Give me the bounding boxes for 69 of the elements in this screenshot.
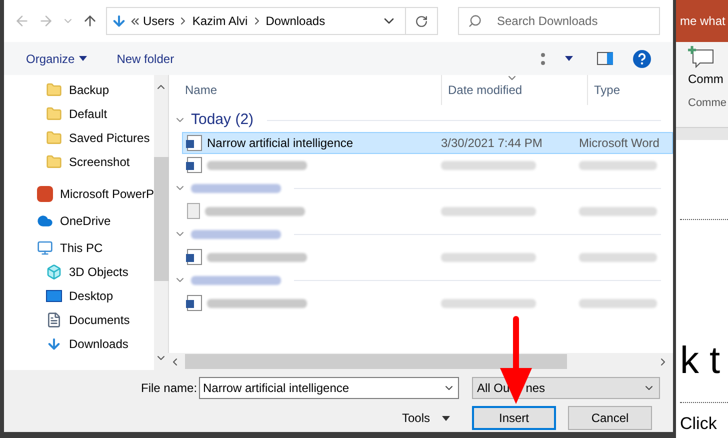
new-comment-icon [688, 46, 714, 68]
sidebar-item[interactable]: Documents [4, 308, 154, 332]
forward-icon[interactable] [38, 13, 54, 29]
file-type-dropdown[interactable]: All Ou nes [472, 377, 660, 399]
column-header[interactable]: Name [165, 75, 441, 105]
help-icon[interactable] [633, 50, 651, 68]
cloud-icon [37, 213, 53, 229]
folder-icon [46, 82, 62, 98]
slide-title[interactable]: k t [680, 342, 728, 380]
sidebar-item[interactable]: This PC [4, 236, 154, 260]
sidebar-item[interactable]: Default [4, 102, 154, 126]
scrollbar-thumb[interactable] [154, 157, 169, 281]
search-icon [468, 14, 482, 28]
double-chevron-icon [131, 18, 139, 24]
text-file-icon [187, 203, 200, 219]
sidebar-item[interactable]: OneDrive [4, 209, 154, 233]
file-date: 3/30/2021 7:44 PM [441, 135, 542, 152]
folder-icon [46, 154, 62, 170]
horizontal-scrollbar[interactable] [165, 353, 673, 370]
sidebar-item[interactable]: Desktop [4, 284, 154, 308]
search-field[interactable]: Search Downloads [458, 7, 660, 35]
monitor-icon [37, 240, 53, 256]
address-bar[interactable]: Users Kazim Alvi Downloads [106, 7, 438, 35]
folder-icon [46, 130, 62, 146]
file-row[interactable]: Narrow artificial intelligence 3/30/2021 7:44 PM Microsoft Word [182, 132, 673, 154]
sidebar-item[interactable]: Screenshot [4, 150, 154, 174]
cube-icon [46, 264, 62, 280]
file-name-label: File name: [141, 380, 198, 397]
folder-icon [46, 106, 62, 122]
file-name-field[interactable]: Narrow artificial intelligence [199, 377, 459, 399]
word-file-icon [187, 295, 202, 311]
cancel-button[interactable]: Cancel [568, 406, 652, 430]
file-name: Narrow artificial intelligence [207, 135, 354, 152]
comment-button[interactable]: Comm [688, 46, 724, 88]
scrollbar[interactable] [154, 75, 170, 370]
refresh-icon [415, 14, 428, 28]
breadcrumb[interactable]: Users [143, 12, 174, 30]
column-header[interactable]: Date modified [441, 75, 587, 105]
group-label[interactable]: Today (2) [191, 108, 254, 132]
scrollbar-thumb[interactable] [185, 354, 567, 369]
caret-icon [442, 416, 450, 420]
new-folder-button[interactable]: New folder [116, 50, 174, 68]
sidebar-item[interactable]: Backup [4, 78, 154, 102]
breadcrumb[interactable]: Kazim Alvi [192, 12, 248, 30]
column-header[interactable]: Type [587, 75, 673, 105]
desktop-icon [46, 290, 62, 302]
preview-pane-icon[interactable] [597, 52, 613, 65]
sidebar-item[interactable]: Microsoft PowerP [4, 182, 154, 206]
sidebar-item[interactable]: Saved Pictures [4, 126, 154, 150]
download-icon [111, 13, 127, 29]
download-icon [46, 336, 62, 352]
organize-button[interactable]: Organize [26, 50, 87, 68]
back-icon[interactable] [14, 13, 30, 29]
insert-button[interactable]: Insert [472, 406, 556, 430]
breadcrumb[interactable]: Downloads [266, 12, 326, 30]
word-file-icon [187, 249, 202, 265]
group-label: Comme [688, 96, 727, 111]
file-type: Microsoft Word [579, 135, 660, 152]
sidebar-item[interactable]: 3D Objects [4, 260, 154, 284]
caret-icon [78, 56, 87, 61]
presentation-icon [37, 186, 53, 202]
word-file-icon [187, 157, 202, 173]
sidebar-item[interactable]: Downloads [4, 332, 154, 356]
word-file-icon [187, 135, 202, 151]
document-icon [46, 312, 62, 328]
tools-button[interactable]: Tools [402, 406, 460, 430]
slide-placeholder[interactable]: Click [680, 414, 717, 433]
caret-icon[interactable] [565, 56, 573, 61]
up-icon[interactable] [82, 13, 98, 29]
